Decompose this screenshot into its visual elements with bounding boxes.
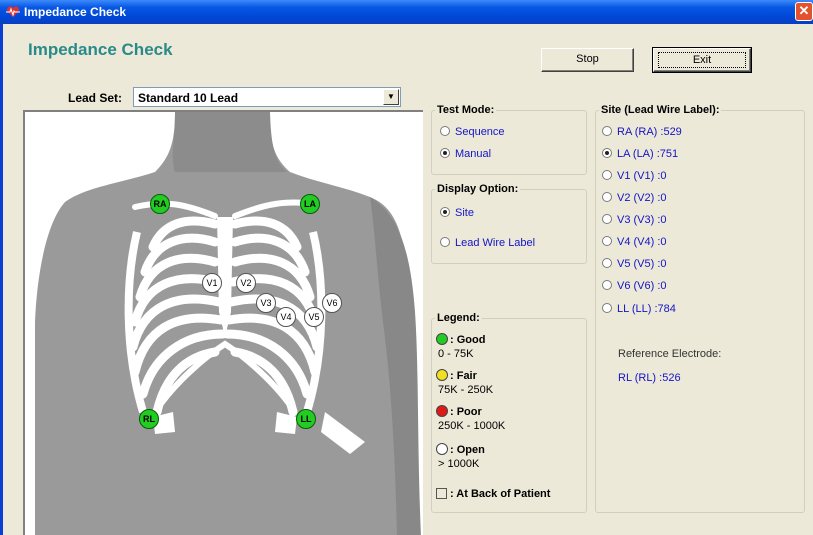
white-dot-icon	[436, 443, 448, 455]
exit-button-label: Exit	[658, 52, 746, 68]
radio-icon	[602, 280, 612, 290]
radio-icon	[602, 236, 612, 246]
reference-electrode-value: RL (RL) :526	[618, 372, 681, 384]
red-dot-icon	[436, 405, 448, 417]
legend-good-range: 0 - 75K	[438, 348, 474, 360]
torso-illustration	[35, 112, 421, 535]
electrode-rl[interactable]: RL	[139, 409, 159, 429]
display-option-title: Display Option:	[435, 183, 521, 195]
radio-icon	[602, 192, 612, 202]
lead-set-label: Lead Set:	[68, 91, 123, 105]
site-v6[interactable]: V6 (V6) :0	[602, 280, 667, 292]
electrode-v6[interactable]: V6	[322, 293, 342, 313]
lead-set-value: Standard 10 Lead	[138, 91, 239, 105]
legend-poor-range: 250K - 1000K	[438, 420, 506, 432]
radio-icon	[602, 258, 612, 268]
yellow-dot-icon	[436, 369, 448, 381]
site-ra[interactable]: RA (RA) :529	[602, 126, 682, 138]
site-v5[interactable]: V5 (V5) :0	[602, 258, 667, 270]
legend-fair: : Fair 75K - 250K	[436, 369, 494, 396]
radio-icon	[440, 126, 450, 136]
radio-icon	[440, 237, 450, 247]
radio-icon	[602, 170, 612, 180]
radio-lead-wire-label[interactable]: Lead Wire Label	[440, 237, 535, 249]
radio-icon	[602, 126, 612, 136]
electrode-ra[interactable]: RA	[150, 194, 170, 214]
square-icon	[436, 488, 447, 499]
electrode-v4[interactable]: V4	[276, 307, 296, 327]
legend-poor: : Poor 250K - 1000K	[436, 405, 506, 432]
green-dot-icon	[436, 333, 448, 345]
reference-electrode-label: Reference Electrode:	[618, 348, 722, 360]
site-ll[interactable]: LL (LL) :784	[602, 303, 676, 315]
site-v4[interactable]: V4 (V4) :0	[602, 236, 667, 248]
site-v1[interactable]: V1 (V1) :0	[602, 170, 667, 182]
site-v3[interactable]: V3 (V3) :0	[602, 214, 667, 226]
legend-back-of-patient: : At Back of Patient	[436, 488, 550, 500]
electrode-v3[interactable]: V3	[256, 293, 276, 313]
impedance-check-window: Impedance Check ✕ Impedance Check Stop E…	[0, 0, 813, 535]
legend-good: : Good 0 - 75K	[436, 333, 486, 360]
test-mode-group: Test Mode:	[431, 104, 587, 175]
radio-icon	[602, 303, 612, 313]
ecg-heart-icon	[6, 6, 20, 17]
stop-button-label: Stop	[576, 53, 599, 65]
legend-open: : Open > 1000K	[436, 443, 485, 470]
site-la[interactable]: LA (LA) :751	[602, 148, 678, 160]
chevron-down-icon[interactable]: ▼	[383, 89, 399, 105]
radio-icon	[602, 214, 612, 224]
radio-sequence[interactable]: Sequence	[440, 126, 505, 138]
lead-set-dropdown[interactable]: Standard 10 Lead ▼	[133, 87, 401, 107]
page-title: Impedance Check	[28, 40, 173, 59]
close-button[interactable]: ✕	[795, 2, 813, 21]
radio-checked-icon	[440, 207, 450, 217]
title-bar: Impedance Check ✕	[0, 0, 813, 24]
window-title: Impedance Check	[24, 5, 127, 19]
legend-open-range: > 1000K	[438, 458, 480, 470]
site-title: Site (Lead Wire Label):	[599, 104, 722, 116]
electrode-v5[interactable]: V5	[304, 307, 324, 327]
radio-site-label: Site	[455, 207, 474, 219]
test-mode-title: Test Mode:	[435, 104, 497, 116]
electrode-ll[interactable]: LL	[296, 409, 316, 429]
radio-checked-icon	[602, 148, 612, 158]
legend-title: Legend:	[435, 312, 482, 324]
electrode-la[interactable]: LA	[300, 194, 320, 214]
legend-fair-range: 75K - 250K	[438, 384, 494, 396]
close-icon: ✕	[798, 3, 810, 18]
electrode-v2[interactable]: V2	[236, 273, 256, 293]
chest-diagram: RA LA RL LL V1 V2 V3 V4 V5 V6	[23, 110, 423, 535]
radio-checked-icon	[440, 148, 450, 158]
exit-button[interactable]: Exit	[652, 47, 752, 73]
radio-lead-wire-label-text: Lead Wire Label	[455, 237, 536, 249]
electrode-v1[interactable]: V1	[202, 273, 222, 293]
radio-sequence-label: Sequence	[455, 126, 505, 138]
site-v2[interactable]: V2 (V2) :0	[602, 192, 667, 204]
radio-manual-label: Manual	[455, 148, 492, 160]
display-option-group: Display Option:	[431, 183, 587, 264]
radio-manual[interactable]: Manual	[440, 148, 491, 160]
radio-site[interactable]: Site	[440, 207, 474, 219]
stop-button[interactable]: Stop	[541, 48, 634, 72]
